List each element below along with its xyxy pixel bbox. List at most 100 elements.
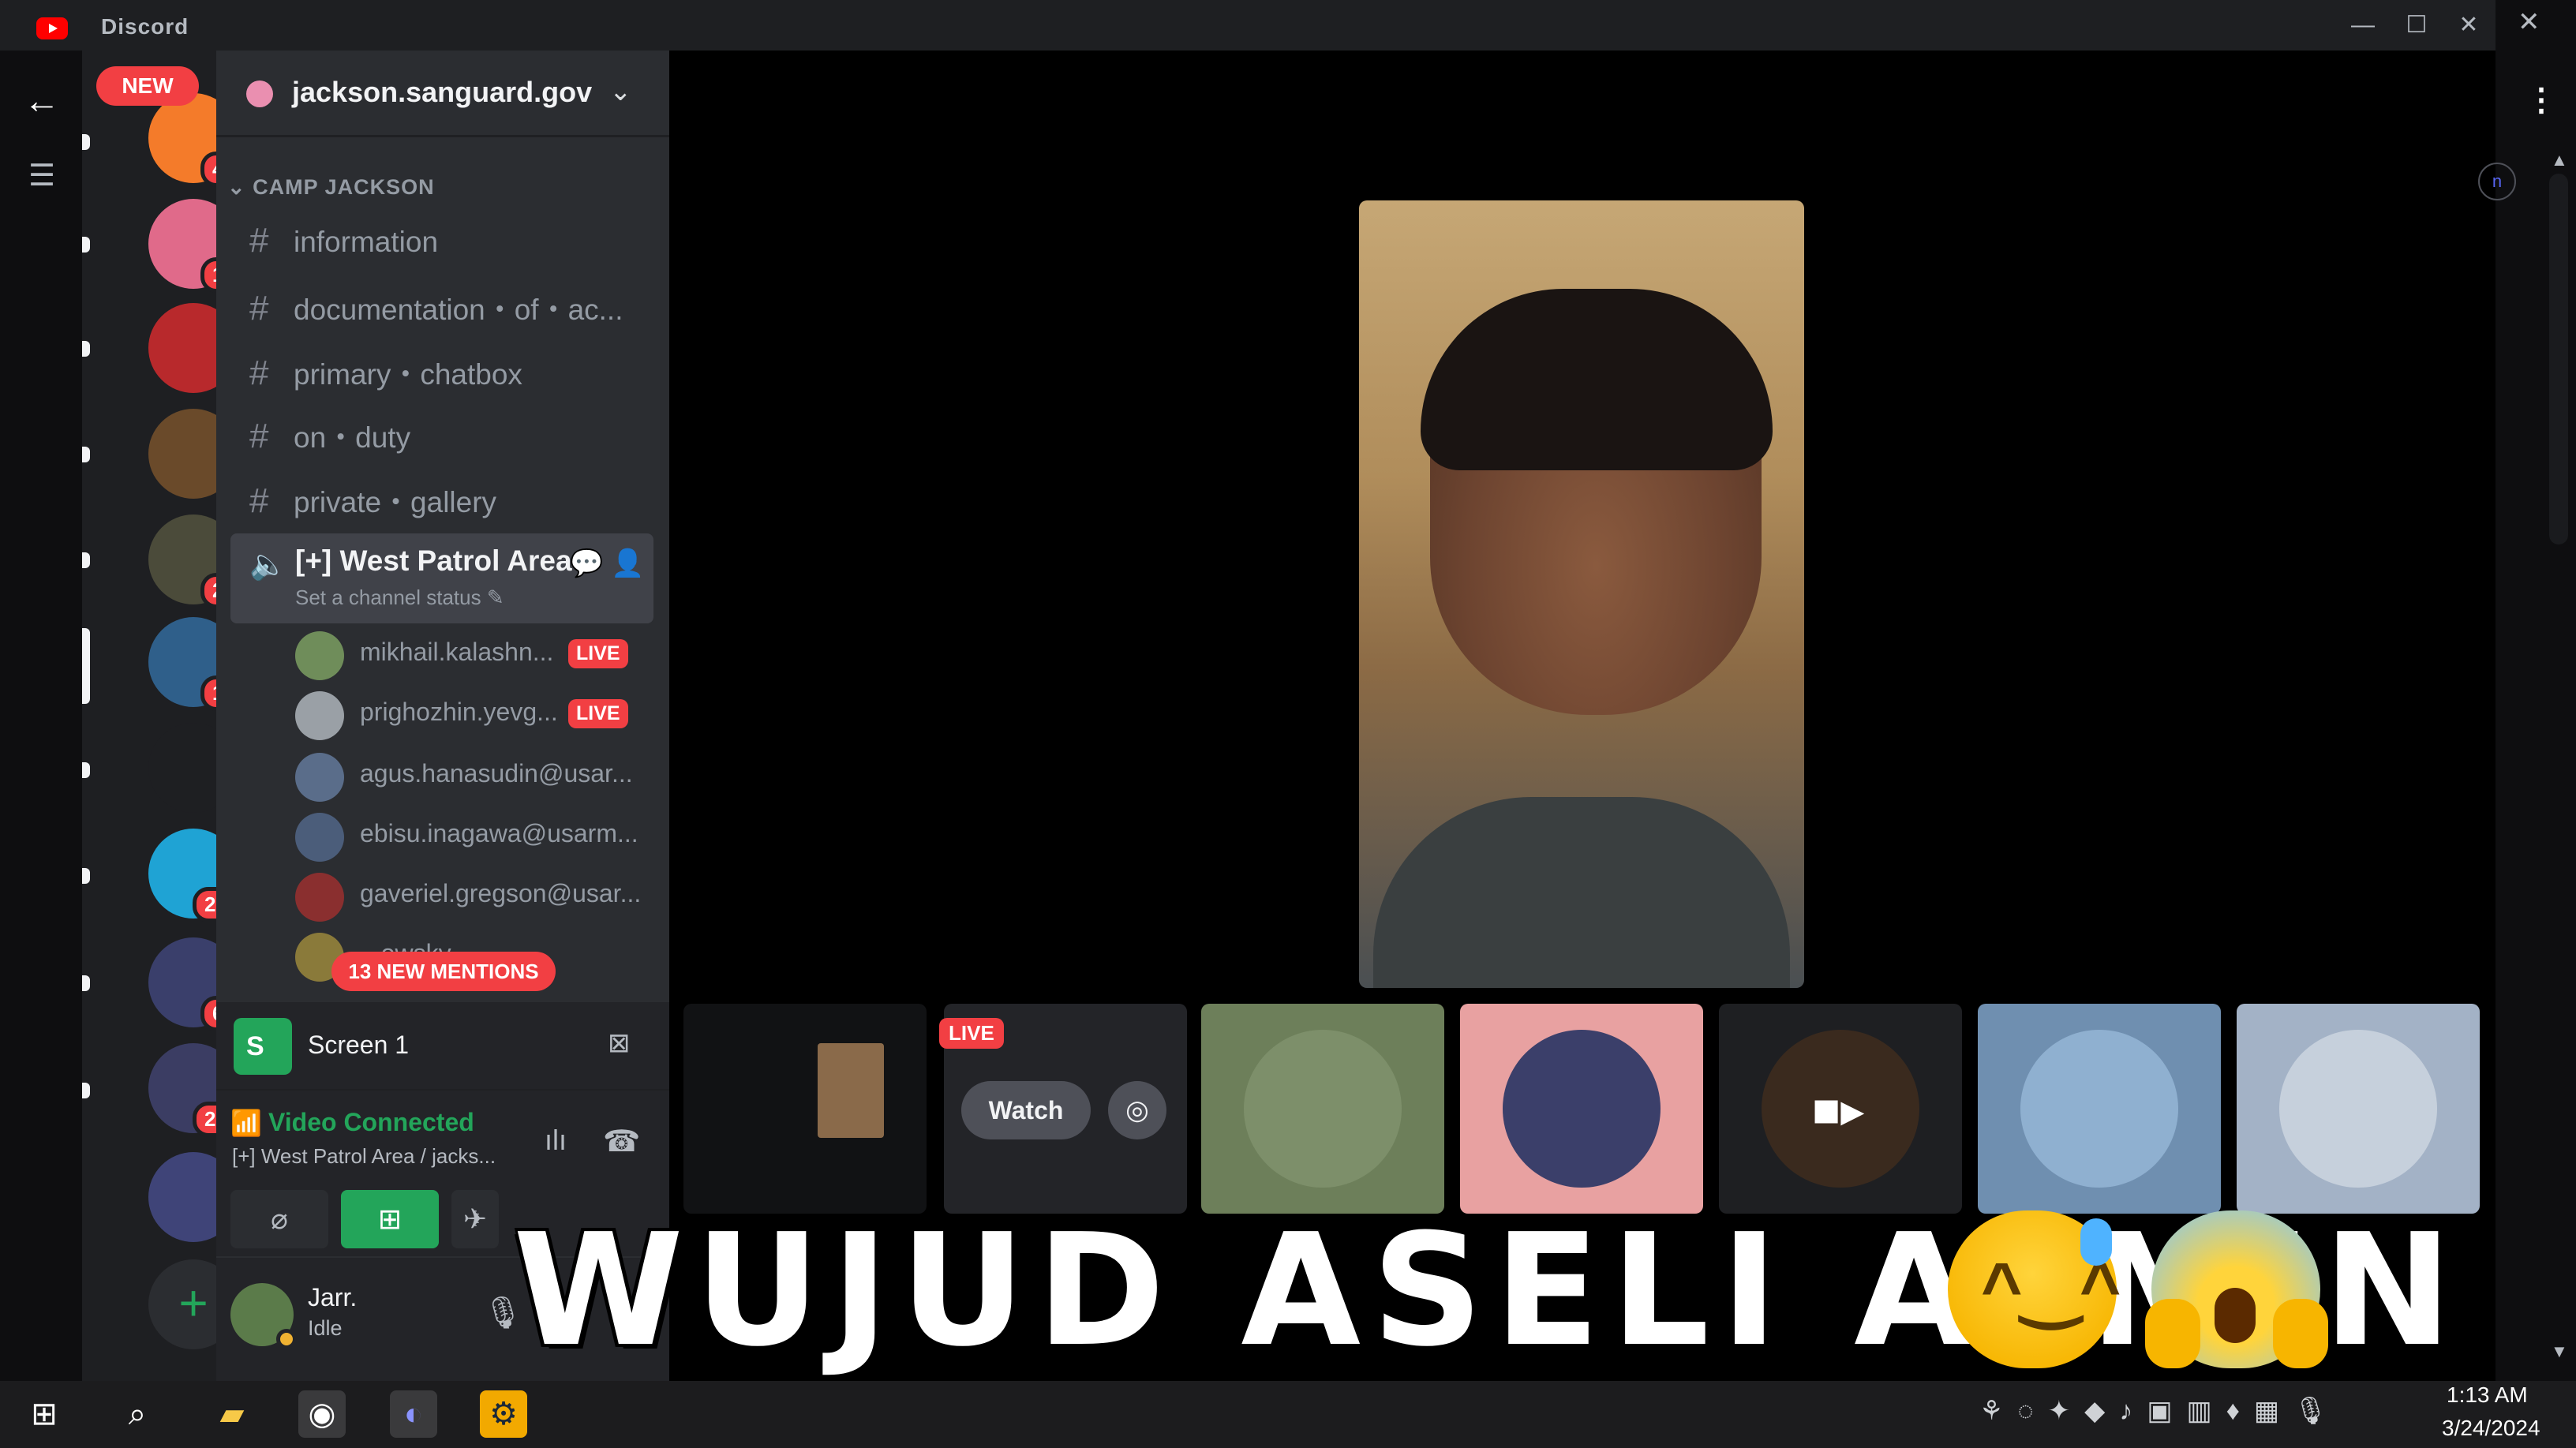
unread-pill (82, 237, 90, 253)
hash-icon: # (249, 481, 269, 520)
screen-share-label: Screen 1 (308, 1031, 410, 1059)
connection-channel[interactable]: [+] West Patrol Area / jacks... (232, 1144, 496, 1169)
chrome-icon[interactable]: ◉ (298, 1390, 346, 1438)
clock-date[interactable]: 3/24/2024 (2442, 1416, 2540, 1441)
voice-user[interactable]: mikhail.kalashn... LIVE (295, 628, 666, 683)
camera-off-button[interactable]: ⌀ (230, 1190, 328, 1248)
unread-pill (82, 341, 90, 357)
side-indicator-icon[interactable]: n (2478, 163, 2516, 200)
avatar (295, 873, 344, 922)
chevron-down-icon[interactable]: ⌄ (609, 76, 632, 107)
hamburger-menu-icon[interactable]: ☰ (28, 158, 55, 193)
voice-user-name: agus.hanasudin@usar... (360, 759, 633, 788)
invite-user-icon[interactable]: 👤 (611, 548, 644, 579)
voice-user-name: ebisu.inagawa@usarm... (360, 819, 638, 847)
voice-user[interactable]: prighozhin.yevg... LIVE (295, 688, 666, 743)
voice-user-name: prighozhin.yevg... (360, 698, 558, 726)
share-screen-button[interactable]: ⊞ (341, 1190, 439, 1248)
youtube-icon (36, 17, 68, 39)
voice-user-name: gaveriel.gregson@usar... (360, 879, 642, 907)
unread-pill (82, 134, 90, 150)
scroll-down-icon[interactable]: ▼ (2551, 1341, 2568, 1362)
activity-button[interactable]: ✈ (451, 1190, 499, 1248)
user-name[interactable]: Jarr. (308, 1283, 357, 1312)
scream-mouth-icon (2215, 1288, 2256, 1343)
category-name: CAMP JACKSON (253, 175, 435, 199)
avatar (295, 813, 344, 862)
guild-name[interactable]: jackson.sanguard.gov (292, 76, 592, 109)
scrollbar-thumb[interactable] (2549, 174, 2568, 544)
participant-tile[interactable]: ■▸ (1719, 1004, 1962, 1214)
voice-user-name: mikhail.kalashn... (360, 638, 554, 666)
noise-suppression-icon[interactable]: ılı (545, 1124, 567, 1157)
live-badge: LIVE (568, 639, 628, 668)
unread-pill (82, 552, 90, 568)
unread-pill (82, 975, 90, 991)
text-channel[interactable]: # primary・chatbox (249, 350, 522, 393)
connection-status[interactable]: Video Connected (268, 1108, 474, 1137)
sweat-drop-icon (2080, 1218, 2112, 1266)
stop-stream-icon[interactable]: ⊠ (608, 1027, 631, 1059)
chat-bubble-icon[interactable]: 💬 (570, 548, 603, 579)
category-label[interactable]: ⌄ CAMP JACKSON (227, 175, 435, 200)
steam-icon[interactable]: ⚙ (480, 1390, 527, 1438)
idle-status-dot (276, 1329, 297, 1349)
new-badge[interactable]: NEW (96, 66, 199, 106)
close-button[interactable]: ✕ (2447, 8, 2491, 43)
clock-time[interactable]: 1:13 AM (2447, 1383, 2528, 1408)
channel-name: information (294, 226, 439, 258)
participant-tile[interactable] (1201, 1004, 1444, 1214)
unread-pill (82, 762, 90, 778)
selected-pill (82, 628, 90, 704)
minimize-button[interactable]: — (2341, 8, 2385, 43)
maximize-button[interactable]: ☐ (2394, 8, 2439, 43)
hash-icon: # (249, 354, 269, 392)
participant-tile[interactable] (2237, 1004, 2480, 1214)
hand-right-icon (2273, 1299, 2328, 1368)
channel-name: primary・chatbox (294, 358, 522, 391)
windows-start-icon[interactable]: ⊞ (21, 1390, 68, 1438)
channel-name: documentation・of・ac... (294, 294, 623, 326)
text-channel[interactable]: # documentation・of・ac... (249, 286, 623, 328)
channel-status-text: Set a channel status (295, 586, 481, 609)
scroll-up-icon[interactable]: ▲ (2551, 150, 2568, 170)
text-channel[interactable]: # information (249, 221, 438, 260)
search-icon[interactable]: ⌕ (114, 1390, 161, 1438)
voice-channel-name[interactable]: [+] West Patrol Area (295, 544, 572, 578)
file-explorer-icon[interactable]: ▰ (208, 1390, 256, 1438)
participant-tile[interactable] (1978, 1004, 2221, 1214)
watch-button[interactable]: Watch (961, 1081, 1091, 1139)
more-options-icon[interactable]: ⋮ (2525, 82, 2557, 118)
hash-icon: # (249, 417, 269, 455)
outer-close-icon[interactable]: ✕ (2518, 6, 2540, 38)
voice-user[interactable]: agus.hanasudin@usar... (295, 750, 666, 805)
discord-taskbar-icon[interactable]: ◐ (390, 1390, 437, 1438)
watch-eye-icon[interactable]: ◎ (1108, 1081, 1166, 1139)
speaker-icon: 🔈 (249, 548, 287, 582)
unread-pill (82, 868, 90, 884)
participant-tile[interactable] (683, 1004, 927, 1214)
signal-icon[interactable]: 📶 (230, 1108, 262, 1138)
avatar (2020, 1030, 2178, 1188)
stream-thumbnail (818, 1043, 884, 1138)
unread-pill (82, 1083, 90, 1098)
text-channel[interactable]: # on・duty (249, 413, 410, 456)
disconnect-icon[interactable]: ☎ (603, 1124, 640, 1159)
system-tray-icons[interactable]: ⚘◌✦◆♪▣▥♦▦🎙 (1979, 1395, 2342, 1427)
voice-user[interactable]: ebisu.inagawa@usarm... (295, 810, 666, 865)
new-mentions-pill[interactable]: 13 NEW MENTIONS (331, 952, 556, 991)
app-title: Discord (101, 14, 189, 39)
back-arrow-icon[interactable]: ← (24, 79, 60, 122)
participant-tile[interactable] (1460, 1004, 1703, 1214)
hand-left-icon (2145, 1299, 2200, 1368)
guild-icon (246, 80, 273, 107)
live-badge: LIVE (568, 699, 628, 728)
voice-user[interactable]: gaveriel.gregson@usar... (295, 870, 666, 925)
text-channel[interactable]: # private・gallery (249, 478, 496, 521)
voice-channel-status[interactable]: Set a channel status ✎ (295, 586, 504, 610)
unread-pill (82, 447, 90, 462)
hash-icon: # (249, 289, 269, 327)
screen-share-icon: S (234, 1018, 292, 1075)
hash-icon: # (249, 221, 269, 260)
avatar (295, 691, 344, 740)
